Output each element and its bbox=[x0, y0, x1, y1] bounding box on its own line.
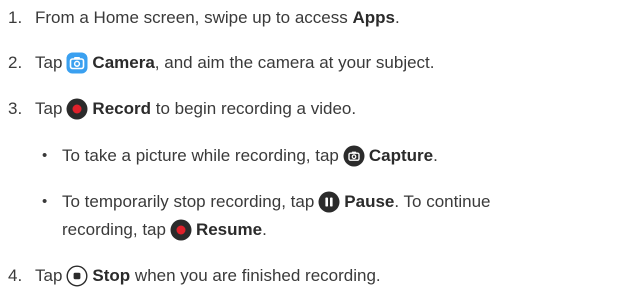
step-1: 1. From a Home screen, swipe up to acces… bbox=[8, 7, 400, 29]
step-bold-label: Stop bbox=[92, 266, 131, 285]
step-text-end: . bbox=[394, 8, 400, 27]
resume-icon bbox=[170, 219, 192, 241]
step-text: Tap bbox=[35, 99, 63, 118]
substep-text: recording, tap bbox=[62, 220, 166, 239]
step-number: 4. bbox=[8, 266, 23, 285]
bullet-marker: • bbox=[42, 147, 48, 164]
substep-text: To take a picture while recording, tap bbox=[62, 146, 339, 165]
step-text-end: to begin recording a video. bbox=[151, 99, 357, 118]
substep-2: • To temporarily stop recording, tap Pau… bbox=[42, 191, 490, 213]
substep-bold-label: Capture bbox=[368, 146, 434, 165]
step-3: 3. Tap Record to begin recording a video… bbox=[8, 98, 356, 120]
substep-1: • To take a picture while recording, tap… bbox=[42, 145, 438, 167]
step-2: 2. Tap Camera , and aim the camera at yo… bbox=[8, 52, 435, 74]
capture-icon bbox=[343, 145, 365, 167]
substep-bold-label: Pause bbox=[344, 192, 395, 211]
step-number: 3. bbox=[8, 99, 23, 118]
step-text-end: , and aim the camera at your subject. bbox=[154, 53, 435, 72]
substep-text-end: . bbox=[262, 220, 267, 239]
step-bold-label: Apps bbox=[352, 8, 395, 27]
pause-icon bbox=[318, 191, 340, 213]
step-text: Tap bbox=[35, 266, 63, 285]
step-number: 2. bbox=[8, 53, 23, 72]
substep-text: To temporarily stop recording, tap bbox=[62, 192, 315, 211]
record-icon bbox=[66, 98, 88, 120]
substep-text-end: . To continue bbox=[394, 192, 491, 211]
substep-bold-label: Resume bbox=[195, 220, 263, 239]
substep-2-continuation: recording, tap Resume . bbox=[62, 219, 267, 241]
step-text: From a Home screen, swipe up to access bbox=[35, 8, 353, 27]
step-bold-label: Record bbox=[92, 99, 151, 118]
stop-icon bbox=[66, 265, 88, 287]
step-4: 4. Tap Stop when you are finished record… bbox=[8, 265, 381, 287]
step-text: Tap bbox=[35, 53, 63, 72]
step-text-end: when you are finished recording. bbox=[130, 266, 381, 285]
camera-app-icon bbox=[66, 52, 88, 74]
step-number: 1. bbox=[8, 8, 23, 27]
bullet-marker: • bbox=[42, 193, 48, 210]
step-bold-label: Camera bbox=[92, 53, 155, 72]
substep-text-end: . bbox=[433, 146, 438, 165]
